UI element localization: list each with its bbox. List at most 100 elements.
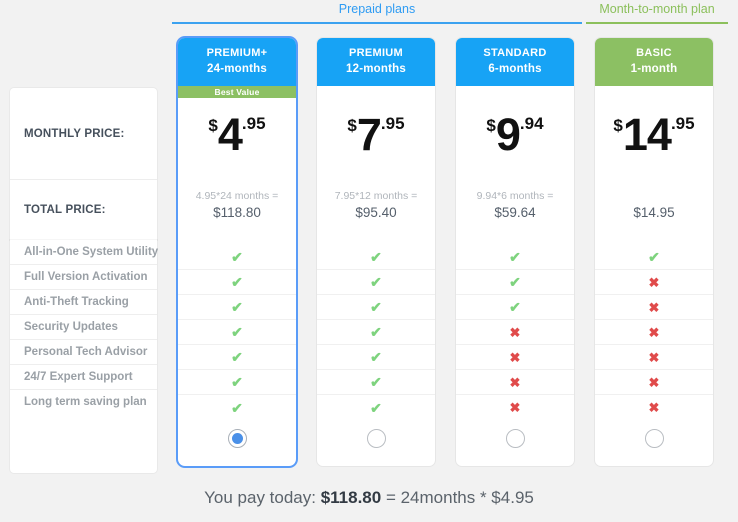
check-icon: ✔	[648, 249, 660, 265]
monthly-price: $9.94	[456, 105, 574, 165]
price-currency: $	[486, 116, 496, 135]
feature-label: All-in-One System Utility	[10, 240, 158, 265]
best-value-badge	[317, 86, 435, 98]
check-icon: ✔	[370, 299, 382, 315]
price-whole: 7	[356, 109, 382, 160]
feature-mark-row: ✖	[595, 345, 713, 370]
feature-mark-row: ✖	[595, 270, 713, 295]
check-icon: ✔	[370, 274, 382, 290]
cross-icon: ✖	[509, 400, 521, 415]
feature-mark-row: ✔	[317, 245, 435, 270]
price-cents: .95	[241, 114, 266, 133]
feature-mark-row: ✔	[317, 320, 435, 345]
feature-marks: ✔ ✔ ✔ ✔ ✔ ✔ ✔	[317, 245, 435, 420]
total-price-formula: 4.95*24 months =	[195, 190, 279, 202]
total-price: $14.95	[595, 188, 713, 240]
plan-select-wrap	[317, 429, 435, 448]
monthly-price: $7.95	[317, 105, 435, 165]
feature-mark-row: ✔	[317, 345, 435, 370]
check-icon: ✔	[231, 399, 243, 416]
tab-prepaid-plans-label: Prepaid plans	[338, 2, 416, 16]
check-icon: ✔	[370, 249, 382, 265]
pay-today-prefix: You pay today:	[204, 488, 321, 507]
cross-icon: ✖	[648, 324, 660, 340]
feature-label: Full Version Activation	[10, 265, 157, 290]
plan-type-tabs: Prepaid plans Month-to-month plan	[172, 0, 728, 24]
feature-mark-row: ✔	[317, 395, 435, 420]
feature-mark-row: ✔	[178, 245, 296, 270]
check-icon: ✔	[370, 324, 382, 340]
sidebar-monthly-price-row: MONTHLY PRICE:	[10, 88, 157, 180]
plan-radio-button[interactable]	[644, 429, 664, 448]
plan-radio-button[interactable]	[227, 429, 247, 448]
feature-mark-row: ✔	[456, 270, 574, 295]
plan-header: PREMIUM+ 24-months	[178, 38, 296, 86]
monthly-price-label: MONTHLY PRICE:	[24, 127, 125, 140]
cross-icon: ✖	[648, 274, 660, 290]
cross-icon: ✖	[509, 349, 521, 365]
check-icon: ✔	[370, 399, 382, 416]
plan-term: 1-month	[630, 63, 678, 75]
total-price: 7.95*12 months = $95.40	[317, 188, 435, 240]
total-price-formula: 9.94*6 months =	[476, 190, 554, 202]
check-icon: ✔	[370, 374, 382, 390]
check-icon: ✔	[370, 349, 382, 365]
tab-month-to-month-plan[interactable]: Month-to-month plan	[586, 0, 728, 24]
feature-mark-row: ✖	[456, 320, 574, 345]
plan-term: 24-months	[207, 63, 267, 75]
check-icon: ✔	[231, 374, 243, 390]
feature-mark-row: ✔	[178, 295, 296, 320]
feature-marks: ✔ ✔ ✔ ✔ ✔ ✔ ✔	[178, 245, 296, 420]
plan-card[interactable]: STANDARD 6-months $9.94 9.94*6 months = $59.…	[456, 38, 574, 466]
feature-label: Anti-Theft Tracking	[10, 290, 157, 315]
check-icon: ✔	[231, 299, 243, 315]
feature-label-list: All-in-One System Utility Full Version Ac…	[10, 240, 158, 473]
feature-mark-row: ✔	[317, 295, 435, 320]
plan-name: PREMIUM+	[206, 47, 268, 59]
check-icon: ✔	[231, 249, 243, 265]
total-price-amount: $59.64	[494, 205, 536, 220]
feature-mark-row: ✔	[595, 245, 713, 270]
price-whole: 14	[622, 109, 672, 160]
price-currency: $	[347, 116, 357, 135]
plan-card[interactable]: BASIC 1-month $14.95 $14.95 ✔ ✖ ✖ ✖ ✖ ✖ ✖	[595, 38, 713, 466]
feature-mark-row: ✖	[595, 295, 713, 320]
cross-icon: ✖	[509, 324, 521, 340]
plan-radio-button[interactable]	[366, 429, 386, 448]
feature-mark-row: ✖	[595, 370, 713, 395]
feature-mark-row: ✔	[317, 270, 435, 295]
plan-card[interactable]: PREMIUM+ 24-months Best Value $4.95 4.95*24 …	[178, 38, 296, 466]
plan-card[interactable]: PREMIUM 12-months $7.95 7.95*12 months = $95…	[317, 38, 435, 466]
price-cents: .95	[670, 114, 695, 133]
cross-icon: ✖	[648, 299, 660, 315]
price-currency: $	[613, 116, 623, 135]
feature-mark-row: ✖	[456, 370, 574, 395]
price-currency: $	[208, 116, 218, 135]
sidebar-price-headings: MONTHLY PRICE: TOTAL PRICE:	[10, 88, 157, 240]
feature-mark-row: ✔	[178, 320, 296, 345]
pay-today-amount: $118.80	[320, 488, 382, 507]
feature-label: Personal Tech Advisor	[10, 340, 157, 365]
total-price-formula: 7.95*12 months =	[334, 190, 418, 202]
plan-columns: PREMIUM+ 24-months Best Value $4.95 4.95*24 …	[178, 38, 728, 468]
plan-select-wrap	[456, 429, 574, 448]
total-price: 4.95*24 months = $118.80	[178, 188, 296, 240]
feature-mark-row: ✖	[595, 395, 713, 420]
pricing-table-page: Prepaid plans Month-to-month plan MONTHL…	[0, 0, 738, 522]
feature-sidebar: MONTHLY PRICE: TOTAL PRICE: All-in-One S…	[10, 88, 158, 473]
pay-today-summary: You pay today: $118.80 = 24months * $4.9…	[0, 488, 738, 508]
plan-header: STANDARD 6-months	[456, 38, 574, 86]
total-price-amount: $14.95	[633, 205, 675, 220]
check-icon: ✔	[231, 324, 243, 340]
plan-radio-button[interactable]	[505, 429, 525, 448]
feature-mark-row: ✔	[456, 245, 574, 270]
feature-label: Long term saving plan	[24, 396, 147, 408]
best-value-badge: Best Value	[178, 86, 296, 98]
cross-icon: ✖	[648, 374, 660, 390]
best-value-badge	[456, 86, 574, 98]
total-price-amount: $118.80	[213, 205, 261, 220]
best-value-badge	[595, 86, 713, 98]
feature-mark-row: ✖	[456, 345, 574, 370]
cross-icon: ✖	[648, 349, 660, 365]
tab-prepaid-plans[interactable]: Prepaid plans	[172, 0, 582, 24]
